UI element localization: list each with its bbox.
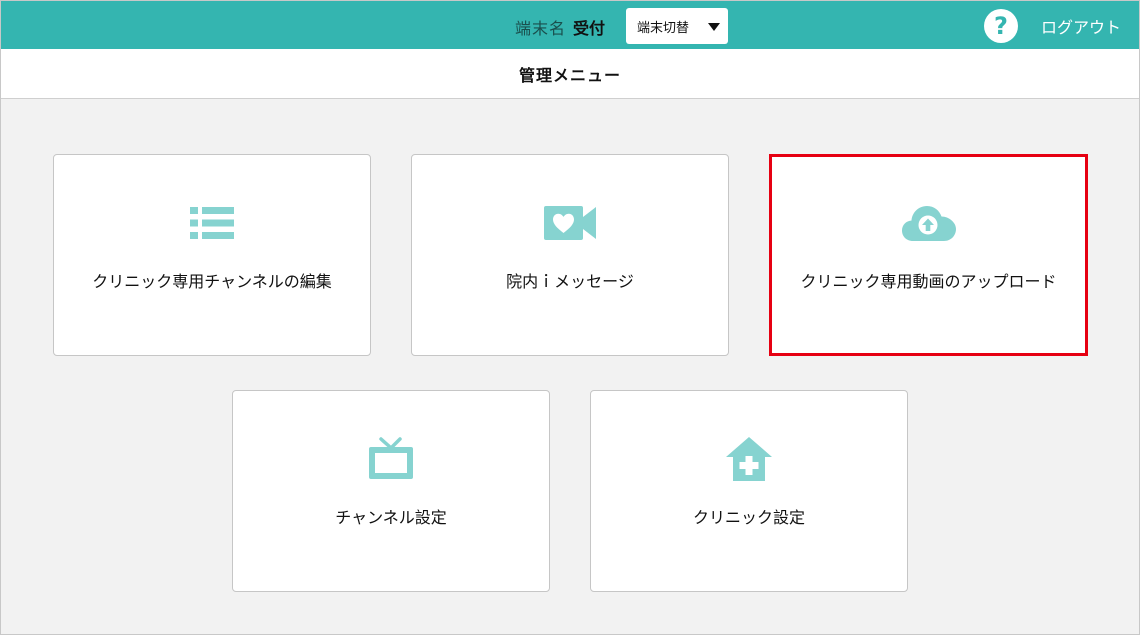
menu-card-channel-settings[interactable]: チャンネル設定 xyxy=(232,390,550,592)
help-question-icon[interactable]: ? xyxy=(984,9,1018,43)
caret-down-icon xyxy=(708,23,720,31)
page-title: 管理メニュー xyxy=(518,65,621,85)
menu-card-label: 院内ｉメッセージ xyxy=(506,272,634,291)
terminal-name-label: 端末名 xyxy=(515,19,567,38)
menu-card-i-message[interactable]: 院内ｉメッセージ xyxy=(411,154,729,356)
top-header-bar: 端末名 受付 端末切替 ? ログアウト xyxy=(1,1,1139,49)
app-frame: 端末名 受付 端末切替 ? ログアウト 管理メニュー クリニック専用チャンネルの… xyxy=(0,0,1140,635)
terminal-switch-dropdown[interactable]: 端末切替 xyxy=(626,8,728,44)
tv-icon xyxy=(361,437,421,481)
video-heart-icon xyxy=(540,201,600,245)
logout-link[interactable]: ログアウト xyxy=(1041,14,1121,38)
clinic-house-icon xyxy=(719,437,779,481)
cloud-upload-icon xyxy=(899,201,959,245)
menu-card-video-upload[interactable]: クリニック専用動画のアップロード xyxy=(769,154,1088,356)
menu-card-clinic-settings[interactable]: クリニック設定 xyxy=(590,390,908,592)
terminal-switch-label: 端末切替 xyxy=(637,20,690,36)
menu-card-channel-edit[interactable]: クリニック専用チャンネルの編集 xyxy=(53,154,371,356)
terminal-name-value: 受付 xyxy=(573,19,606,38)
menu-card-label: クリニック設定 xyxy=(692,508,805,527)
menu-card-label: チャンネル設定 xyxy=(335,508,447,527)
menu-card-label: クリニック専用チャンネルの編集 xyxy=(92,272,332,291)
page-title-bar: 管理メニュー xyxy=(1,49,1139,99)
menu-card-label: クリニック専用動画のアップロード xyxy=(800,272,1057,291)
list-icon xyxy=(182,201,242,245)
